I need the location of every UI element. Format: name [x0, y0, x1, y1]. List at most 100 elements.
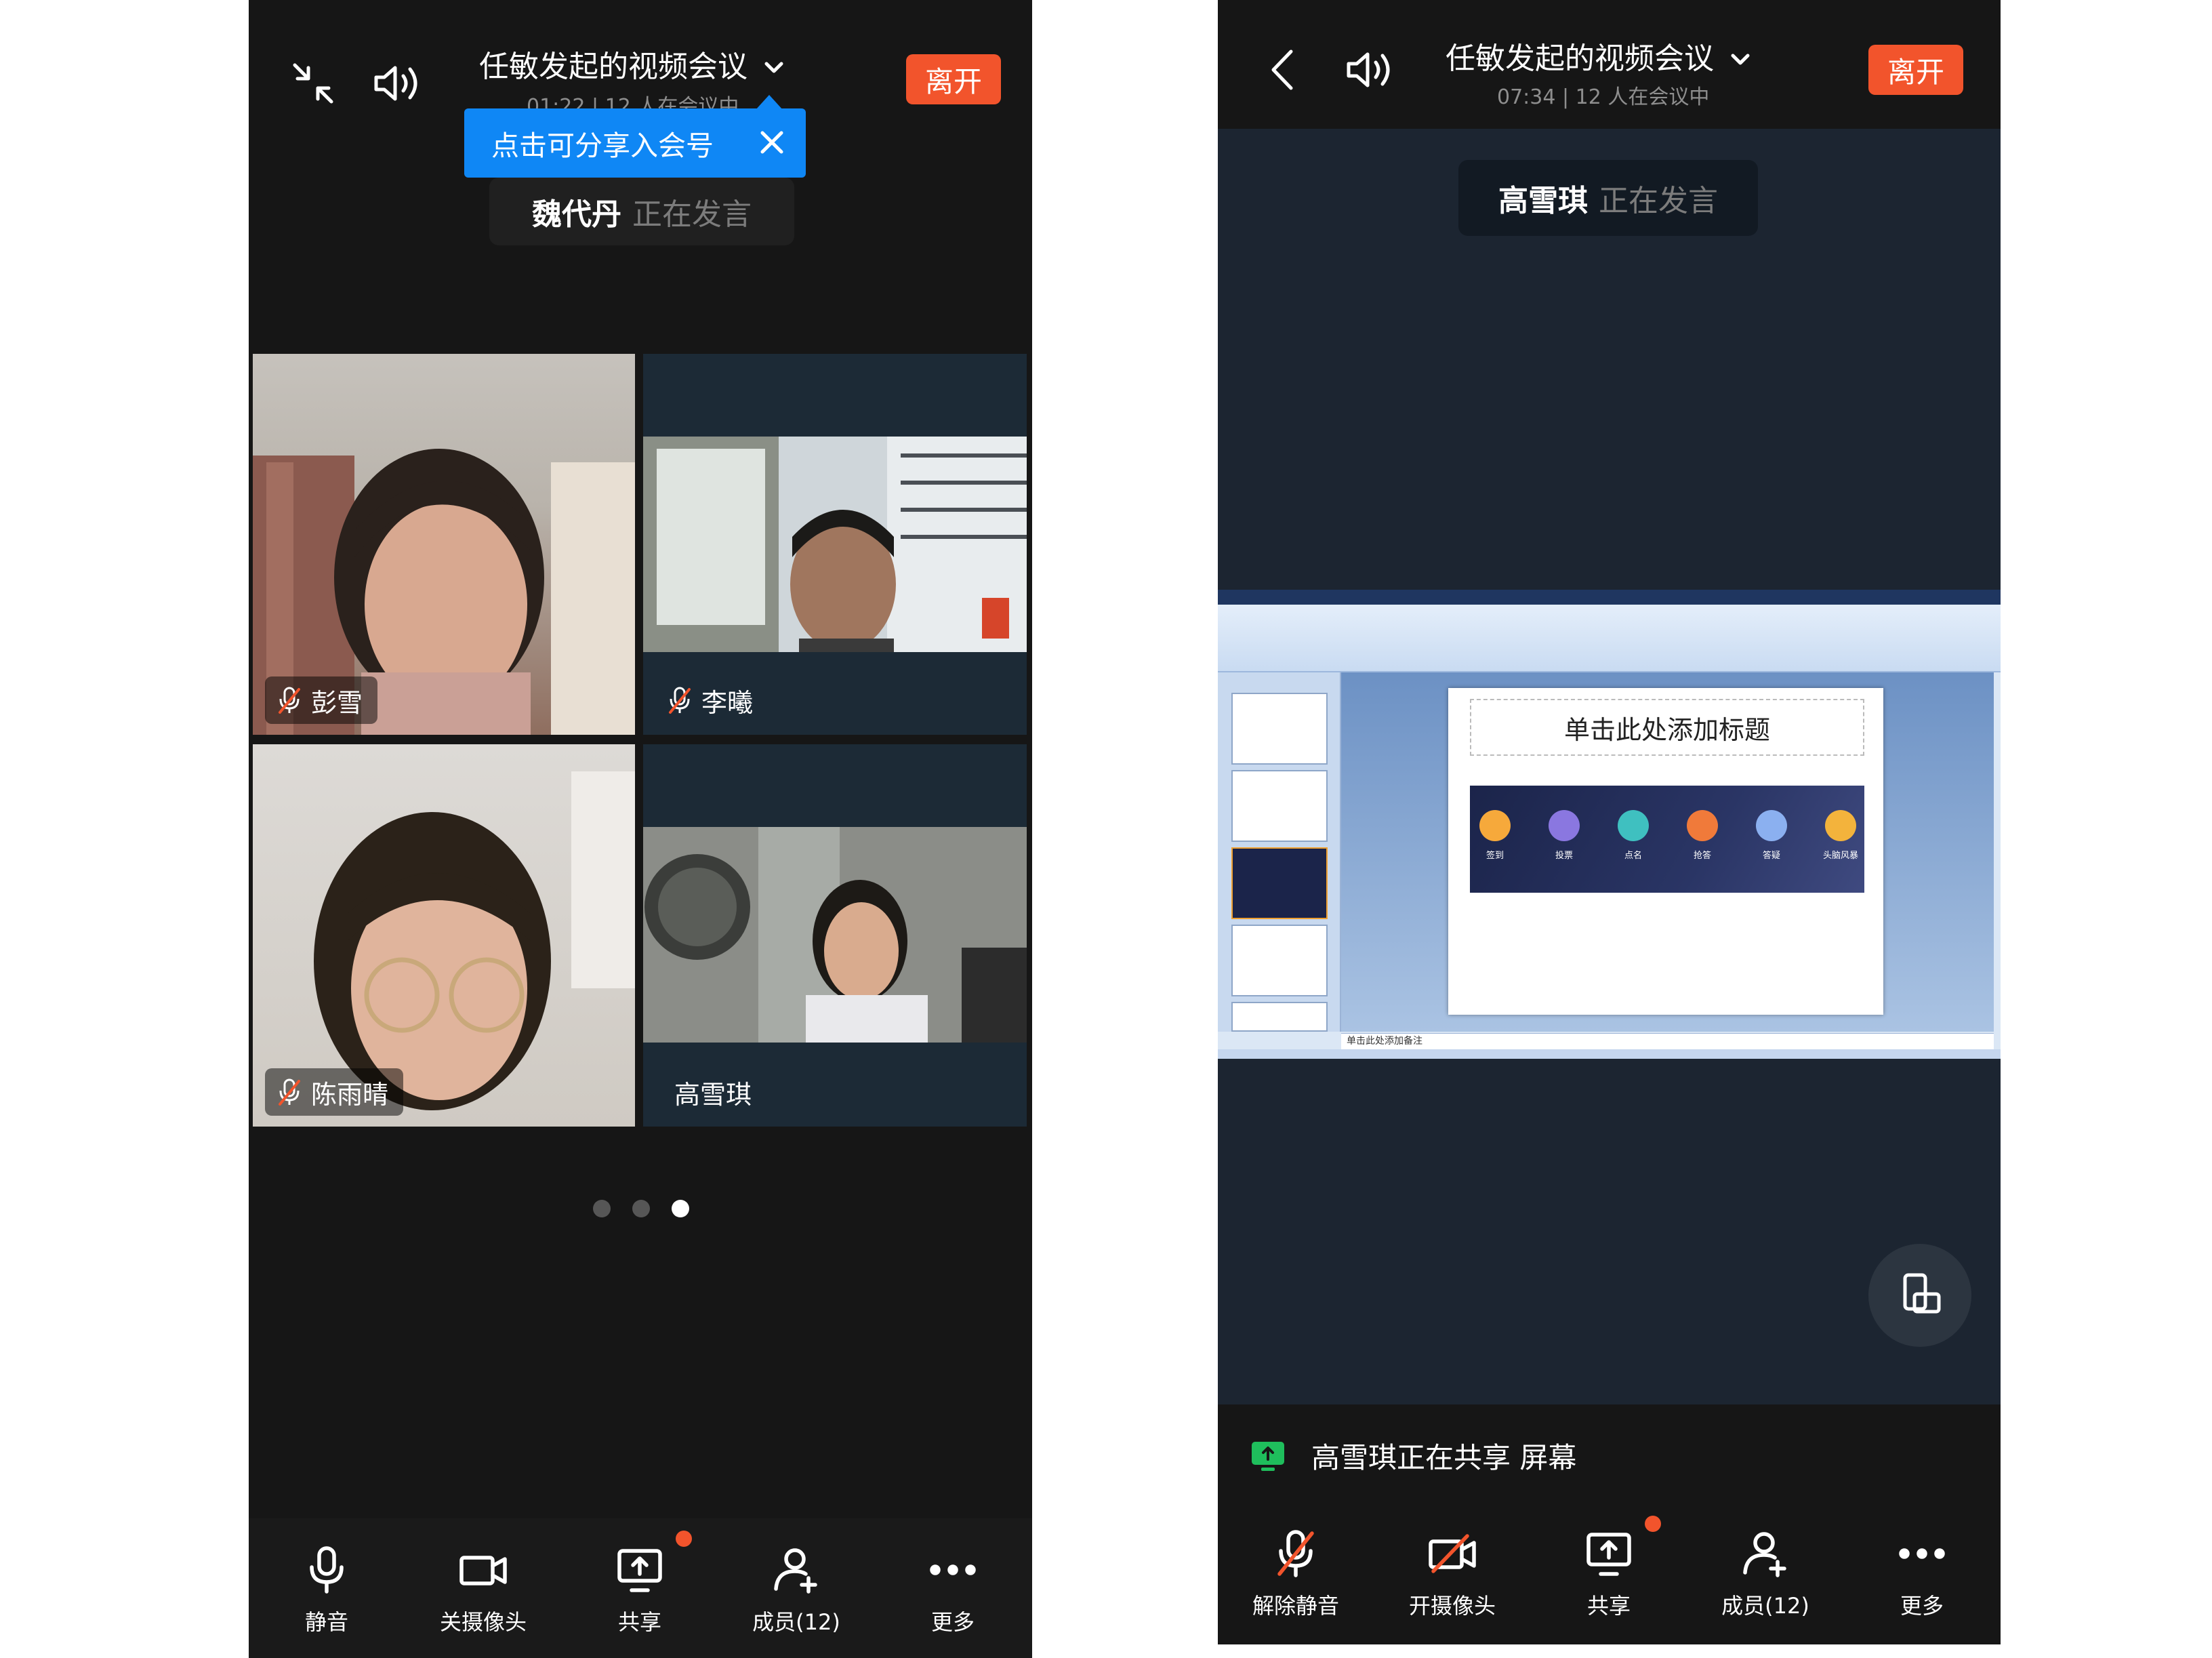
video-camera-off-icon — [1425, 1526, 1479, 1581]
participant-name: 陈雨晴 — [311, 1079, 389, 1110]
participant-nametag: 彭雪 — [265, 676, 378, 724]
page-indicator[interactable] — [593, 1200, 689, 1217]
more-button[interactable]: 更多 — [885, 1543, 1021, 1636]
participant-nametag: 陈雨晴 — [265, 1068, 404, 1116]
video-tile[interactable]: 李曦 — [643, 354, 1027, 735]
video-tile[interactable]: 高雪琪 — [643, 744, 1027, 1127]
video-tile[interactable]: 陈雨晴 — [253, 744, 635, 1127]
more-button[interactable]: 更多 — [1854, 1526, 1990, 1620]
screen-share-status: 高雪琪正在共享 屏幕 — [1218, 1404, 2001, 1506]
meeting-title-text: 任敏发起的视频会议 — [1446, 41, 1714, 76]
mute-label: 静音 — [304, 1609, 348, 1635]
quick-answer-icon — [1687, 810, 1718, 841]
slide-feature-banner: 签到 投票 点名 抢答 答疑 头脑风暴 — [1470, 786, 1864, 893]
slide-thumbnail — [1231, 1002, 1328, 1032]
video-tile[interactable]: 彭雪 — [253, 354, 635, 735]
mic-off-icon — [279, 687, 300, 714]
chevron-down-icon — [1729, 44, 1752, 67]
page-dot[interactable] — [593, 1200, 611, 1217]
participant-nametag: 高雪琪 — [663, 1068, 766, 1116]
slide-thumbnail — [1231, 693, 1328, 765]
icon-label: 抢答 — [1693, 851, 1711, 861]
share-label: 共享 — [617, 1609, 661, 1635]
camera-on-label: 开摄像头 — [1408, 1593, 1496, 1619]
more-label: 更多 — [1900, 1593, 1944, 1619]
video-camera-icon — [456, 1543, 510, 1597]
chevron-down-icon — [762, 52, 785, 75]
active-speaker-name: 魏代丹 — [532, 197, 621, 232]
meeting-screen-grid-view: 任敏发起的视频会议 01:22 | 12 人在会议中 离开 点击可分享入会号 魏… — [249, 0, 1032, 1658]
participant-nametag: 李曦 — [655, 676, 768, 724]
checkin-icon — [1479, 810, 1511, 841]
unmute-label: 解除静音 — [1252, 1593, 1339, 1619]
page-dot[interactable] — [632, 1200, 650, 1217]
speaker-icon[interactable] — [1340, 39, 1401, 100]
minimize-icon[interactable] — [283, 53, 344, 114]
icon-label: 头脑风暴 — [1822, 851, 1858, 861]
more-icon — [926, 1543, 980, 1597]
add-member-icon — [769, 1543, 823, 1597]
camera-off-label: 关摄像头 — [439, 1609, 527, 1635]
leave-button[interactable]: 离开 — [1868, 45, 1963, 95]
camera-on-button[interactable]: 开摄像头 — [1385, 1526, 1520, 1620]
icon-label: 签到 — [1486, 851, 1504, 861]
active-speaker-name: 高雪琪 — [1498, 184, 1588, 218]
microphone-icon — [300, 1543, 354, 1597]
mute-button[interactable]: 静音 — [259, 1543, 394, 1636]
share-button[interactable]: 共享 — [572, 1543, 708, 1636]
slide-thumbnail — [1231, 925, 1328, 996]
ppt-ribbon — [1218, 605, 2001, 672]
page-dot-active[interactable] — [672, 1200, 689, 1217]
meeting-screen-share-view: 任敏发起的视频会议 07:34 | 12 人在会议中 离开 高雪琪 正在发言 单… — [1218, 0, 2001, 1644]
close-icon[interactable] — [757, 127, 787, 157]
rotate-screen-button[interactable] — [1868, 1244, 1971, 1347]
members-button[interactable]: 成员(12) — [729, 1543, 864, 1636]
more-icon — [1895, 1526, 1949, 1581]
meeting-title-text: 任敏发起的视频会议 — [479, 49, 747, 84]
icon-label: 答疑 — [1762, 851, 1780, 861]
leave-button[interactable]: 离开 — [906, 54, 1001, 104]
screen-share-text: 高雪琪正在共享 屏幕 — [1311, 1440, 1577, 1474]
mic-off-icon — [279, 1078, 300, 1106]
meeting-title[interactable]: 任敏发起的视频会议 — [479, 42, 785, 85]
members-label: 成员(12) — [752, 1609, 840, 1635]
active-speaker-status: 正在发言 — [632, 197, 752, 232]
vote-icon — [1549, 810, 1580, 841]
active-speaker-status: 正在发言 — [1599, 184, 1718, 218]
camera-off-button[interactable]: 关摄像头 — [415, 1543, 551, 1636]
mic-off-icon — [669, 687, 691, 714]
active-speaker-indicator: 魏代丹 正在发言 — [489, 178, 794, 245]
share-id-tooltip[interactable]: 点击可分享入会号 — [464, 95, 806, 178]
tooltip-text: 点击可分享入会号 — [491, 129, 714, 162]
slide-thumbnail — [1231, 770, 1328, 842]
screen-share-icon — [1252, 1442, 1284, 1471]
meeting-toolbar: 解除静音 开摄像头 共享 成员(12) 更多 — [1218, 1506, 2001, 1644]
share-button[interactable]: 共享 — [1541, 1526, 1677, 1620]
notification-dot — [676, 1531, 692, 1547]
add-member-icon — [1738, 1526, 1793, 1581]
participant-name: 高雪琪 — [674, 1079, 752, 1110]
slide-notes: 单击此处添加备注 — [1341, 1033, 1994, 1050]
brainstorm-icon — [1825, 810, 1856, 841]
ppt-status-bar — [1218, 1049, 2001, 1059]
microphone-off-icon — [1269, 1526, 1323, 1581]
share-screen-icon — [1582, 1526, 1636, 1581]
more-label: 更多 — [930, 1609, 975, 1635]
icon-label: 点名 — [1624, 851, 1642, 861]
slide-title: 单击此处添加标题 — [1470, 699, 1864, 756]
meeting-toolbar: 静音 关摄像头 共享 成员(12) 更多 — [249, 1518, 1032, 1658]
participant-name: 李曦 — [701, 687, 754, 718]
unmute-button[interactable]: 解除静音 — [1228, 1526, 1364, 1620]
meeting-title[interactable]: 任敏发起的视频会议 — [1446, 34, 1752, 77]
qa-icon — [1756, 810, 1787, 841]
back-arrow-icon[interactable] — [1258, 39, 1306, 100]
members-button[interactable]: 成员(12) — [1698, 1526, 1833, 1620]
slide-thumbnail-selected — [1231, 847, 1328, 919]
shared-screen[interactable]: 单击此处添加标题 签到 投票 点名 抢答 答疑 头脑风暴 单击此处添加备注 — [1218, 590, 2001, 1059]
members-label: 成员(12) — [1721, 1593, 1809, 1619]
rollcall-icon — [1618, 810, 1649, 841]
active-speaker-indicator: 高雪琪 正在发言 — [1458, 160, 1758, 236]
speaker-icon[interactable] — [367, 53, 428, 114]
ppt-title-bar — [1218, 590, 2001, 605]
rotate-screen-icon — [1903, 1273, 1941, 1314]
